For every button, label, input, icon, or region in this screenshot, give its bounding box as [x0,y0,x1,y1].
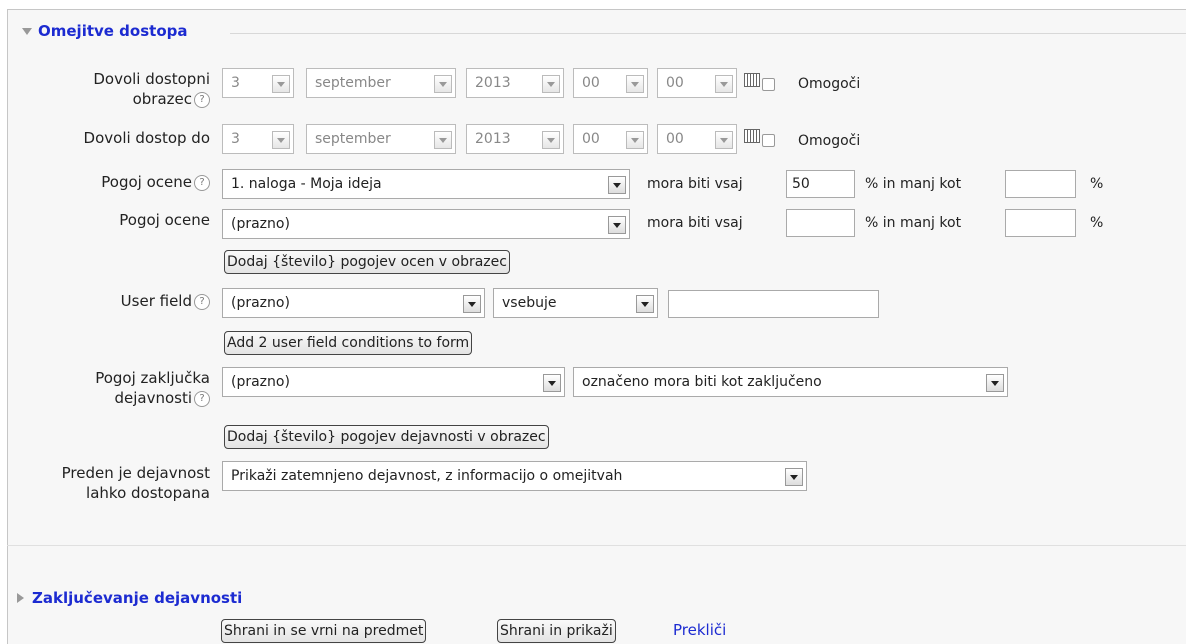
save-return-button[interactable]: Shrani in se vrni na predmet [221,619,427,643]
grade-condition-2-select[interactable]: (prazno) [222,209,630,239]
access-from-hour-select[interactable]: 00 [573,68,648,98]
access-until-enable-checkbox[interactable] [762,134,775,147]
chevron-down-icon [463,295,481,313]
access-until-day-select[interactable]: 3 [222,124,294,154]
save-display-button[interactable]: Shrani in prikaži [497,619,616,643]
grade-max-input[interactable] [1005,170,1076,198]
chevron-down-icon [542,131,560,149]
user-field-label: User field? [40,291,210,311]
access-from-month-select[interactable]: september [306,68,456,98]
legend-divider [230,33,1186,34]
cancel-link[interactable]: Prekliči [673,621,726,639]
chevron-down-icon [272,75,290,93]
grade-min-input[interactable] [786,209,855,237]
chevron-down-icon [608,176,626,194]
chevron-down-icon [626,75,644,93]
percent-sign: % [1090,176,1104,192]
user-field-value-input[interactable] [668,290,879,318]
add-completion-conditions-button[interactable]: Dodaj {število} pogojev dejavnosti v obr… [224,425,549,449]
help-icon[interactable]: ? [194,174,210,191]
access-from-minute-select[interactable]: 00 [657,68,737,98]
chevron-down-icon [608,216,626,234]
grade-max-label: % in manj kot [865,176,962,192]
chevron-down-icon [543,374,561,392]
help-icon[interactable]: ? [194,91,210,108]
chevron-down-icon [715,75,733,93]
add-user-field-conditions-button[interactable]: Add 2 user field conditions to form [224,331,473,355]
access-from-enable-label: Omogoči [798,76,861,92]
grade-condition-1-select[interactable]: 1. naloga - Moja ideja [222,169,630,199]
chevron-down-icon [542,75,560,93]
expand-triangle-icon [17,593,24,603]
chevron-down-icon [785,468,803,486]
chevron-down-icon [986,374,1004,392]
chevron-down-icon [636,295,654,313]
grade-min-label: mora biti vsaj [647,176,743,192]
section-header-access[interactable]: Omejitve dostopa [22,22,198,40]
percent-sign: % [1090,215,1104,231]
access-until-label: Dovoli dostop do [83,129,210,147]
before-access-select[interactable]: Prikaži zatemnjeno dejavnost, z informac… [222,461,807,491]
section-divider [7,545,1186,546]
add-grade-conditions-button[interactable]: Dodaj {število} pogojev ocen v obrazec [224,250,510,274]
chevron-down-icon [626,131,644,149]
chevron-down-icon [434,131,452,149]
completion-condition-label: Pogoj zaključka dejavnosti? [95,369,210,407]
section-title: Omejitve dostopa [38,22,188,40]
chevron-down-icon [272,131,290,149]
calendar-icon[interactable] [744,73,760,87]
access-from-year-select[interactable]: 2013 [466,68,564,98]
completion-state-select[interactable]: označeno mora biti kot zaključeno [573,367,1008,397]
access-from-label: Dovoli dostopni obrazec? [93,70,210,108]
section-header-completion[interactable]: Zaključevanje dejavnosti [17,589,242,607]
grade-condition-label: Pogoj ocene [119,211,210,229]
grade-max-input[interactable] [1005,209,1076,237]
help-icon[interactable]: ? [194,293,210,310]
access-from-day-select[interactable]: 3 [222,68,294,98]
collapse-triangle-icon [22,27,32,35]
completion-activity-select[interactable]: (prazno) [222,367,565,397]
user-field-select[interactable]: (prazno) [222,288,485,318]
grade-condition-label: Pogoj ocene? [40,172,210,192]
before-access-label: Preden je dejavnost lahko dostopana [61,464,210,502]
section2-title: Zaključevanje dejavnosti [32,589,243,607]
grade-min-label: mora biti vsaj [647,215,743,231]
access-until-month-select[interactable]: september [306,124,456,154]
access-until-hour-select[interactable]: 00 [573,124,648,154]
help-icon[interactable]: ? [194,390,210,407]
user-field-operator-select[interactable]: vsebuje [493,288,658,318]
chevron-down-icon [715,131,733,149]
grade-max-label: % in manj kot [865,215,962,231]
access-until-enable-label: Omogoči [798,133,861,149]
grade-min-input[interactable]: 50 [786,170,855,198]
access-until-minute-select[interactable]: 00 [657,124,737,154]
access-from-enable-checkbox[interactable] [762,78,775,91]
access-until-year-select[interactable]: 2013 [466,124,564,154]
chevron-down-icon [434,75,452,93]
calendar-icon[interactable] [744,129,760,143]
